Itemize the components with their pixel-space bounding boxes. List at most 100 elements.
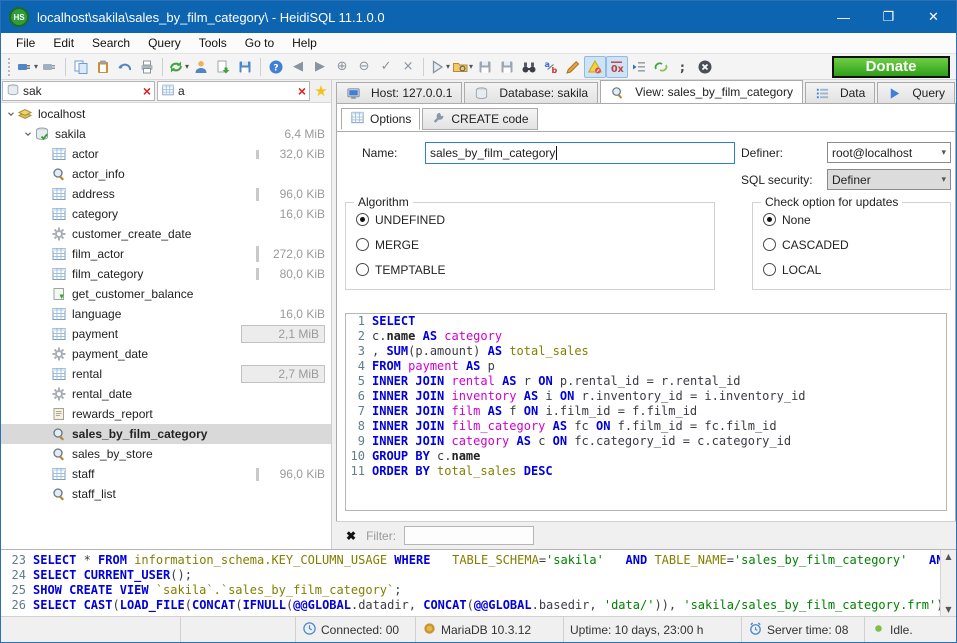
run-query-icon[interactable]: ▾ bbox=[428, 56, 451, 78]
help-icon[interactable]: ? bbox=[265, 56, 287, 78]
table-filter-input[interactable]: sak× bbox=[2, 81, 155, 101]
table-icon bbox=[51, 266, 67, 282]
minimize-button[interactable]: — bbox=[821, 1, 866, 33]
stop-query-icon[interactable] bbox=[694, 56, 716, 78]
tab-view-sales-by-film-category[interactable]: View: sales_by_film_category bbox=[600, 80, 803, 103]
refresh-icon[interactable]: ▾ bbox=[167, 56, 190, 78]
tree-item-category[interactable]: category16,0 KiB bbox=[1, 204, 331, 224]
column-filter-input[interactable]: a× bbox=[157, 81, 310, 101]
save-sql-as-icon[interactable] bbox=[496, 56, 518, 78]
beautify-sql-icon[interactable] bbox=[562, 56, 584, 78]
menu-item-edit[interactable]: Edit bbox=[44, 34, 83, 52]
view-name-input[interactable]: sales_by_film_category bbox=[425, 142, 735, 164]
stop-on-errors-icon[interactable] bbox=[584, 56, 606, 78]
algorithm-radio-undefined[interactable]: UNDEFINED bbox=[356, 211, 714, 228]
reconnect-icon[interactable] bbox=[650, 56, 672, 78]
post-icon[interactable]: ✓ bbox=[375, 56, 397, 78]
connect-icon[interactable]: ▾ bbox=[16, 56, 39, 78]
tree-item-rental_date[interactable]: rental_date bbox=[1, 384, 331, 404]
tree-item-payment[interactable]: payment2,1 MiB bbox=[1, 324, 331, 344]
code-token: ON bbox=[560, 389, 574, 404]
tree-item-actor[interactable]: actor32,0 KiB bbox=[1, 144, 331, 164]
tree-item-sales_by_store[interactable]: sales_by_store bbox=[1, 444, 331, 464]
dropdown-arrow-icon[interactable]: ▾ bbox=[446, 62, 450, 71]
clear-filter-icon[interactable]: × bbox=[143, 83, 151, 99]
insert-row-icon[interactable]: ⊕ bbox=[331, 56, 353, 78]
scroll-down-icon[interactable]: ▼ bbox=[945, 603, 951, 616]
dropdown-arrow-icon[interactable]: ▾ bbox=[34, 62, 38, 71]
tree-item-staff[interactable]: staff96,0 KiB bbox=[1, 464, 331, 484]
last-record-icon[interactable]: ▶ bbox=[309, 56, 331, 78]
indent-icon[interactable] bbox=[628, 56, 650, 78]
menu-bar: FileEditSearchQueryToolsGo toHelp bbox=[1, 33, 956, 54]
scroll-icon bbox=[51, 406, 67, 422]
check-option-radio-local[interactable]: LOCAL bbox=[763, 261, 950, 278]
donate-button[interactable]: Donate bbox=[832, 56, 950, 78]
tree-item-film_category[interactable]: film_category80,0 KiB bbox=[1, 264, 331, 284]
tree-item-actor_info[interactable]: actor_info bbox=[1, 164, 331, 184]
tab-host-127-0-0-1[interactable]: Host: 127.0.0.1 bbox=[336, 82, 462, 103]
disconnect-icon[interactable] bbox=[39, 56, 61, 78]
menu-item-file[interactable]: File bbox=[7, 34, 44, 52]
tab-database-sakila[interactable]: Database: sakila bbox=[464, 82, 598, 103]
algorithm-radio-temptable[interactable]: TEMPTABLE bbox=[356, 261, 714, 278]
find-text-icon[interactable] bbox=[518, 56, 540, 78]
subtab-options[interactable]: Options bbox=[341, 108, 420, 130]
subtab-create-code[interactable]: CREATE code bbox=[422, 108, 537, 130]
save-sql-icon[interactable] bbox=[474, 56, 496, 78]
filter-input[interactable] bbox=[404, 526, 534, 545]
tree-item-sales_by_film_category[interactable]: sales_by_film_category bbox=[1, 424, 331, 444]
tree-item-language[interactable]: language16,0 KiB bbox=[1, 304, 331, 324]
sql-log-panel[interactable]: 23SELECT * FROM information_schema.KEY_C… bbox=[1, 549, 956, 616]
menu-item-query[interactable]: Query bbox=[139, 34, 190, 52]
clear-filter-icon[interactable]: × bbox=[298, 83, 306, 99]
tab-data[interactable]: Data bbox=[805, 82, 875, 103]
tree-item-sakila[interactable]: sakila6,4 MiB bbox=[1, 124, 331, 144]
menu-item-tools[interactable]: Tools bbox=[190, 34, 236, 52]
dropdown-arrow-icon[interactable]: ▾ bbox=[185, 62, 189, 71]
log-scrollbar[interactable]: ▲ ▼ bbox=[940, 550, 956, 616]
delimiter-icon[interactable]: ; bbox=[672, 56, 694, 78]
close-button[interactable]: ✕ bbox=[911, 1, 956, 33]
save-snapshot-icon[interactable] bbox=[234, 56, 256, 78]
menu-item-search[interactable]: Search bbox=[83, 34, 139, 52]
tree-item-rental[interactable]: rental2,7 MiB bbox=[1, 364, 331, 384]
scroll-up-icon[interactable]: ▲ bbox=[945, 550, 951, 563]
load-sql-file-icon[interactable]: ▾ bbox=[451, 56, 474, 78]
menu-item-help[interactable]: Help bbox=[283, 34, 326, 52]
code-token: p.rental_id = r.rental_id bbox=[553, 374, 741, 389]
first-record-icon[interactable]: ◀ bbox=[287, 56, 309, 78]
tree-item-get_customer_balance[interactable]: get_customer_balance bbox=[1, 284, 331, 304]
user-manager-icon[interactable] bbox=[190, 56, 212, 78]
close-filter-icon[interactable]: ✖ bbox=[346, 529, 356, 543]
cancel-edit-icon[interactable]: × bbox=[397, 56, 419, 78]
check-option-radio-cascaded[interactable]: CASCADED bbox=[763, 236, 950, 253]
replace-text-icon[interactable]: ab bbox=[540, 56, 562, 78]
tree-item-payment_date[interactable]: payment_date bbox=[1, 344, 331, 364]
tree-item-staff_list[interactable]: staff_list bbox=[1, 484, 331, 504]
check-option-radio-none[interactable]: None bbox=[763, 211, 950, 228]
sql-security-select[interactable]: Definer▾ bbox=[827, 169, 951, 190]
tree-item-localhost[interactable]: localhost bbox=[1, 104, 331, 124]
print-icon[interactable] bbox=[136, 56, 158, 78]
code-token: AS bbox=[488, 344, 502, 359]
export-database-icon[interactable] bbox=[212, 56, 234, 78]
tab-query[interactable]: Query bbox=[877, 82, 955, 103]
tree-item-rewards_report[interactable]: rewards_report bbox=[1, 404, 331, 424]
copy-icon[interactable] bbox=[70, 56, 92, 78]
dropdown-arrow-icon[interactable]: ▾ bbox=[469, 62, 473, 71]
hex-view-icon[interactable]: 0x bbox=[606, 56, 628, 78]
tree-item-address[interactable]: address96,0 KiB bbox=[1, 184, 331, 204]
tree-item-film_actor[interactable]: film_actor272,0 KiB bbox=[1, 244, 331, 264]
menu-item-go-to[interactable]: Go to bbox=[236, 34, 283, 52]
definer-select[interactable]: root@localhost▾ bbox=[827, 142, 951, 163]
paste-icon[interactable] bbox=[92, 56, 114, 78]
sql-editor[interactable]: 1SELECT2c.name AS category3, SUM(p.amoun… bbox=[345, 313, 947, 511]
favorites-star-icon[interactable]: ★ bbox=[311, 80, 331, 102]
undo-icon[interactable] bbox=[114, 56, 136, 78]
maximize-button[interactable]: ❐ bbox=[866, 1, 911, 33]
tree-item-customer_create_date[interactable]: customer_create_date bbox=[1, 224, 331, 244]
code-token bbox=[907, 553, 929, 568]
algorithm-radio-merge[interactable]: MERGE bbox=[356, 236, 714, 253]
delete-row-icon[interactable]: ⊖ bbox=[353, 56, 375, 78]
